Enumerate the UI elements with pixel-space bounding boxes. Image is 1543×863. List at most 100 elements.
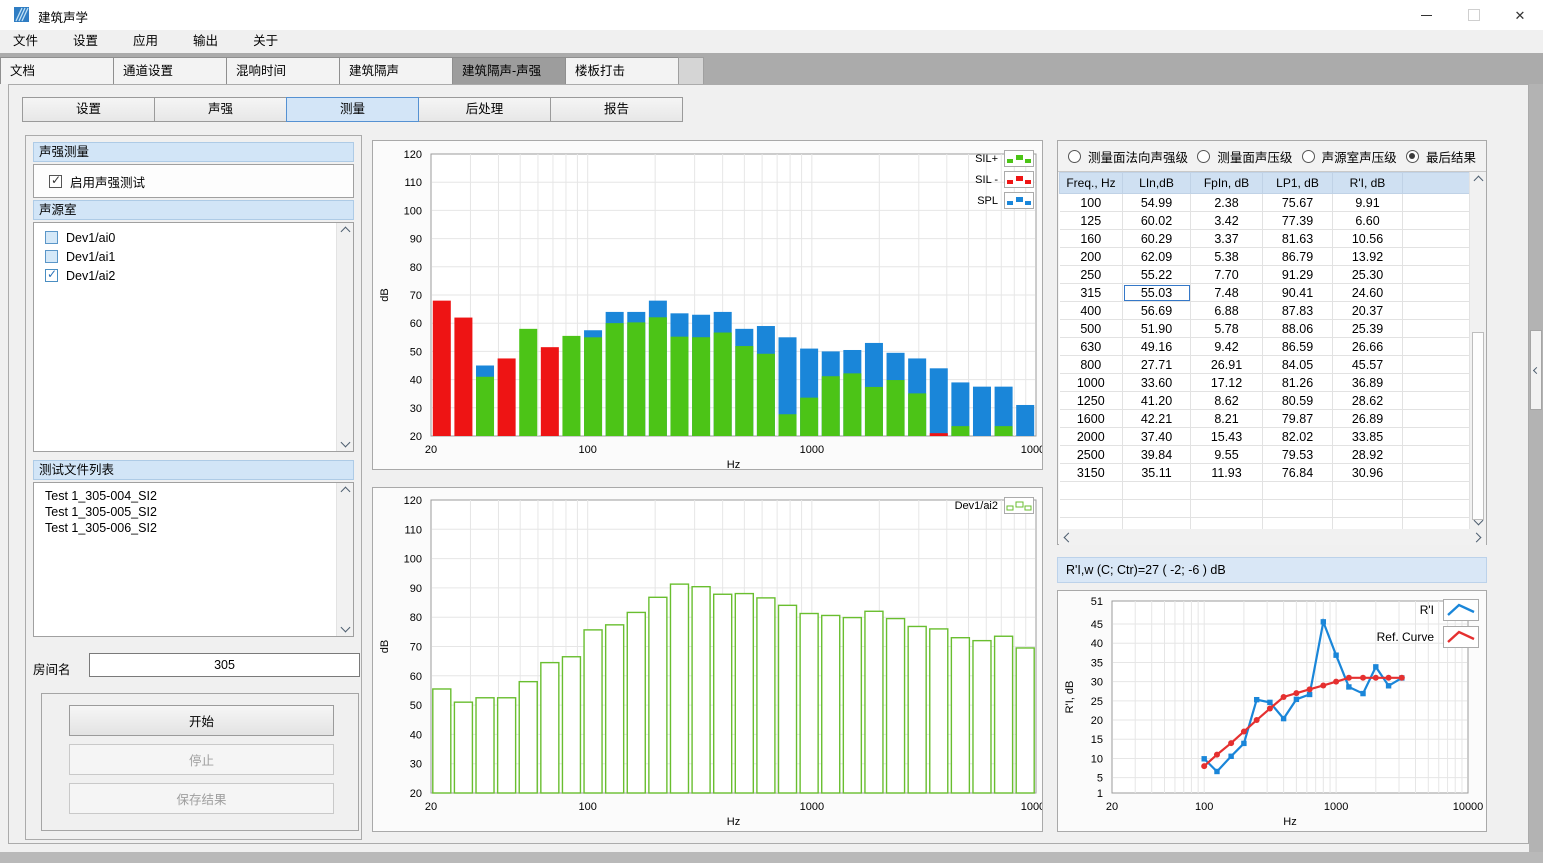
table-cell[interactable]: 17.12	[1191, 374, 1263, 392]
table-cell[interactable]: 30.96	[1333, 464, 1403, 482]
table-cell[interactable]: 37.40	[1123, 428, 1191, 446]
subtab-0[interactable]: 设置	[22, 97, 155, 122]
table-cell[interactable]	[1403, 194, 1470, 212]
radio-option-1[interactable]: 测量面声压级	[1197, 147, 1292, 166]
table-cell[interactable]: 55.22	[1123, 266, 1191, 284]
table-cell[interactable]: 26.91	[1191, 356, 1263, 374]
table-horizontal-scrollbar[interactable]	[1059, 529, 1486, 545]
enable-intensity-checkbox[interactable]	[49, 175, 62, 188]
table-cell[interactable]	[1403, 392, 1470, 410]
table-cell[interactable]: 800	[1060, 356, 1123, 374]
table-cell[interactable]: 33.60	[1123, 374, 1191, 392]
table-cell[interactable]: 2.38	[1191, 194, 1263, 212]
table-cell[interactable]	[1123, 482, 1191, 500]
table-cell[interactable]: 8.21	[1191, 410, 1263, 428]
file-item[interactable]: Test 1_305-006_SI2	[34, 520, 353, 536]
table-cell[interactable]: 1600	[1060, 410, 1123, 428]
table-cell[interactable]: 35.11	[1123, 464, 1191, 482]
table-cell[interactable]: 20.37	[1333, 302, 1403, 320]
table-cell[interactable]	[1403, 374, 1470, 392]
table-cell[interactable]: 7.70	[1191, 266, 1263, 284]
file-item[interactable]: Test 1_305-005_SI2	[34, 504, 353, 520]
table-cell[interactable]: 250	[1060, 266, 1123, 284]
table-cell[interactable]: 100	[1060, 194, 1123, 212]
table-cell[interactable]	[1403, 410, 1470, 428]
menu-item-0[interactable]: 文件	[0, 30, 51, 53]
table-cell[interactable]: 200	[1060, 248, 1123, 266]
table-cell[interactable]: 8.62	[1191, 392, 1263, 410]
table-cell[interactable]: 1250	[1060, 392, 1123, 410]
table-cell[interactable]: 36.89	[1333, 374, 1403, 392]
table-cell[interactable]: 62.09	[1123, 248, 1191, 266]
table-cell[interactable]: 9.55	[1191, 446, 1263, 464]
table-cell[interactable]: 6.88	[1191, 302, 1263, 320]
radio-option-3[interactable]: 最后结果	[1406, 147, 1476, 166]
menu-item-1[interactable]: 设置	[60, 30, 111, 53]
maximize-button[interactable]	[1457, 0, 1491, 30]
table-cell[interactable]: 49.16	[1123, 338, 1191, 356]
file-item[interactable]: Test 1_305-004_SI2	[34, 488, 353, 504]
table-cell[interactable]: 27.71	[1123, 356, 1191, 374]
table-cell[interactable]: 125	[1060, 212, 1123, 230]
table-cell[interactable]: 9.42	[1191, 338, 1263, 356]
table-cell[interactable]: 90.41	[1263, 284, 1333, 302]
table-cell[interactable]: 5.38	[1191, 248, 1263, 266]
minimize-button[interactable]	[1409, 0, 1443, 30]
table-cell[interactable]: 91.29	[1263, 266, 1333, 284]
scroll-down-icon[interactable]	[340, 438, 350, 448]
table-cell[interactable]	[1403, 266, 1470, 284]
table-cell[interactable]: 1000	[1060, 374, 1123, 392]
scroll-right-icon[interactable]	[1472, 532, 1482, 542]
table-cell[interactable]: 160	[1060, 230, 1123, 248]
radio-option-0[interactable]: 测量面法向声强级	[1068, 147, 1188, 166]
tab-2[interactable]: 混响时间	[226, 57, 340, 84]
table-cell[interactable]: 75.67	[1263, 194, 1333, 212]
file-list-scrollbar[interactable]	[336, 483, 353, 636]
table-cell[interactable]	[1263, 482, 1333, 500]
table-cell[interactable]: 630	[1060, 338, 1123, 356]
subtab-4[interactable]: 报告	[550, 97, 683, 122]
table-cell[interactable]: 24.60	[1333, 284, 1403, 302]
table-cell[interactable]: 55.03	[1123, 284, 1191, 302]
table-cell[interactable]: 6.60	[1333, 212, 1403, 230]
table-cell[interactable]	[1060, 482, 1123, 500]
table-cell[interactable]	[1403, 248, 1470, 266]
channel-item[interactable]: Dev1/ai0	[34, 228, 353, 247]
table-cell[interactable]: 315	[1060, 284, 1123, 302]
table-cell[interactable]	[1060, 518, 1123, 530]
table-cell[interactable]: 26.66	[1333, 338, 1403, 356]
table-cell[interactable]: 79.87	[1263, 410, 1333, 428]
scroll-left-icon[interactable]	[1064, 532, 1074, 542]
menu-item-4[interactable]: 关于	[240, 30, 291, 53]
table-cell[interactable]	[1123, 500, 1191, 518]
table-cell[interactable]	[1403, 464, 1470, 482]
table-cell[interactable]: 25.30	[1333, 266, 1403, 284]
table-cell[interactable]: 11.93	[1191, 464, 1263, 482]
table-cell[interactable]: 54.99	[1123, 194, 1191, 212]
table-cell[interactable]	[1191, 482, 1263, 500]
table-cell[interactable]	[1333, 482, 1403, 500]
table-cell[interactable]: 2500	[1060, 446, 1123, 464]
table-cell[interactable]: 15.43	[1191, 428, 1263, 446]
start-button[interactable]: 开始	[69, 705, 334, 736]
table-cell[interactable]: 7.48	[1191, 284, 1263, 302]
tab-1[interactable]: 通道设置	[113, 57, 227, 84]
close-button[interactable]: ✕	[1503, 0, 1537, 30]
table-cell[interactable]: 79.53	[1263, 446, 1333, 464]
channel-list-scrollbar[interactable]	[336, 223, 353, 451]
table-cell[interactable]	[1403, 320, 1470, 338]
table-cell[interactable]	[1403, 212, 1470, 230]
table-cell[interactable]	[1403, 338, 1470, 356]
table-cell[interactable]	[1191, 518, 1263, 530]
table-cell[interactable]: 76.84	[1263, 464, 1333, 482]
table-cell[interactable]	[1403, 518, 1470, 530]
table-cell[interactable]: 33.85	[1333, 428, 1403, 446]
tab-5[interactable]: 楼板打击	[565, 57, 679, 84]
table-cell[interactable]: 60.29	[1123, 230, 1191, 248]
table-cell[interactable]: 13.92	[1333, 248, 1403, 266]
scroll-up-icon[interactable]	[340, 487, 350, 497]
table-cell[interactable]: 80.59	[1263, 392, 1333, 410]
tab-3[interactable]: 建筑隔声	[339, 57, 453, 84]
room-name-input[interactable]	[89, 653, 360, 677]
scrollbar-thumb[interactable]	[1472, 332, 1484, 520]
